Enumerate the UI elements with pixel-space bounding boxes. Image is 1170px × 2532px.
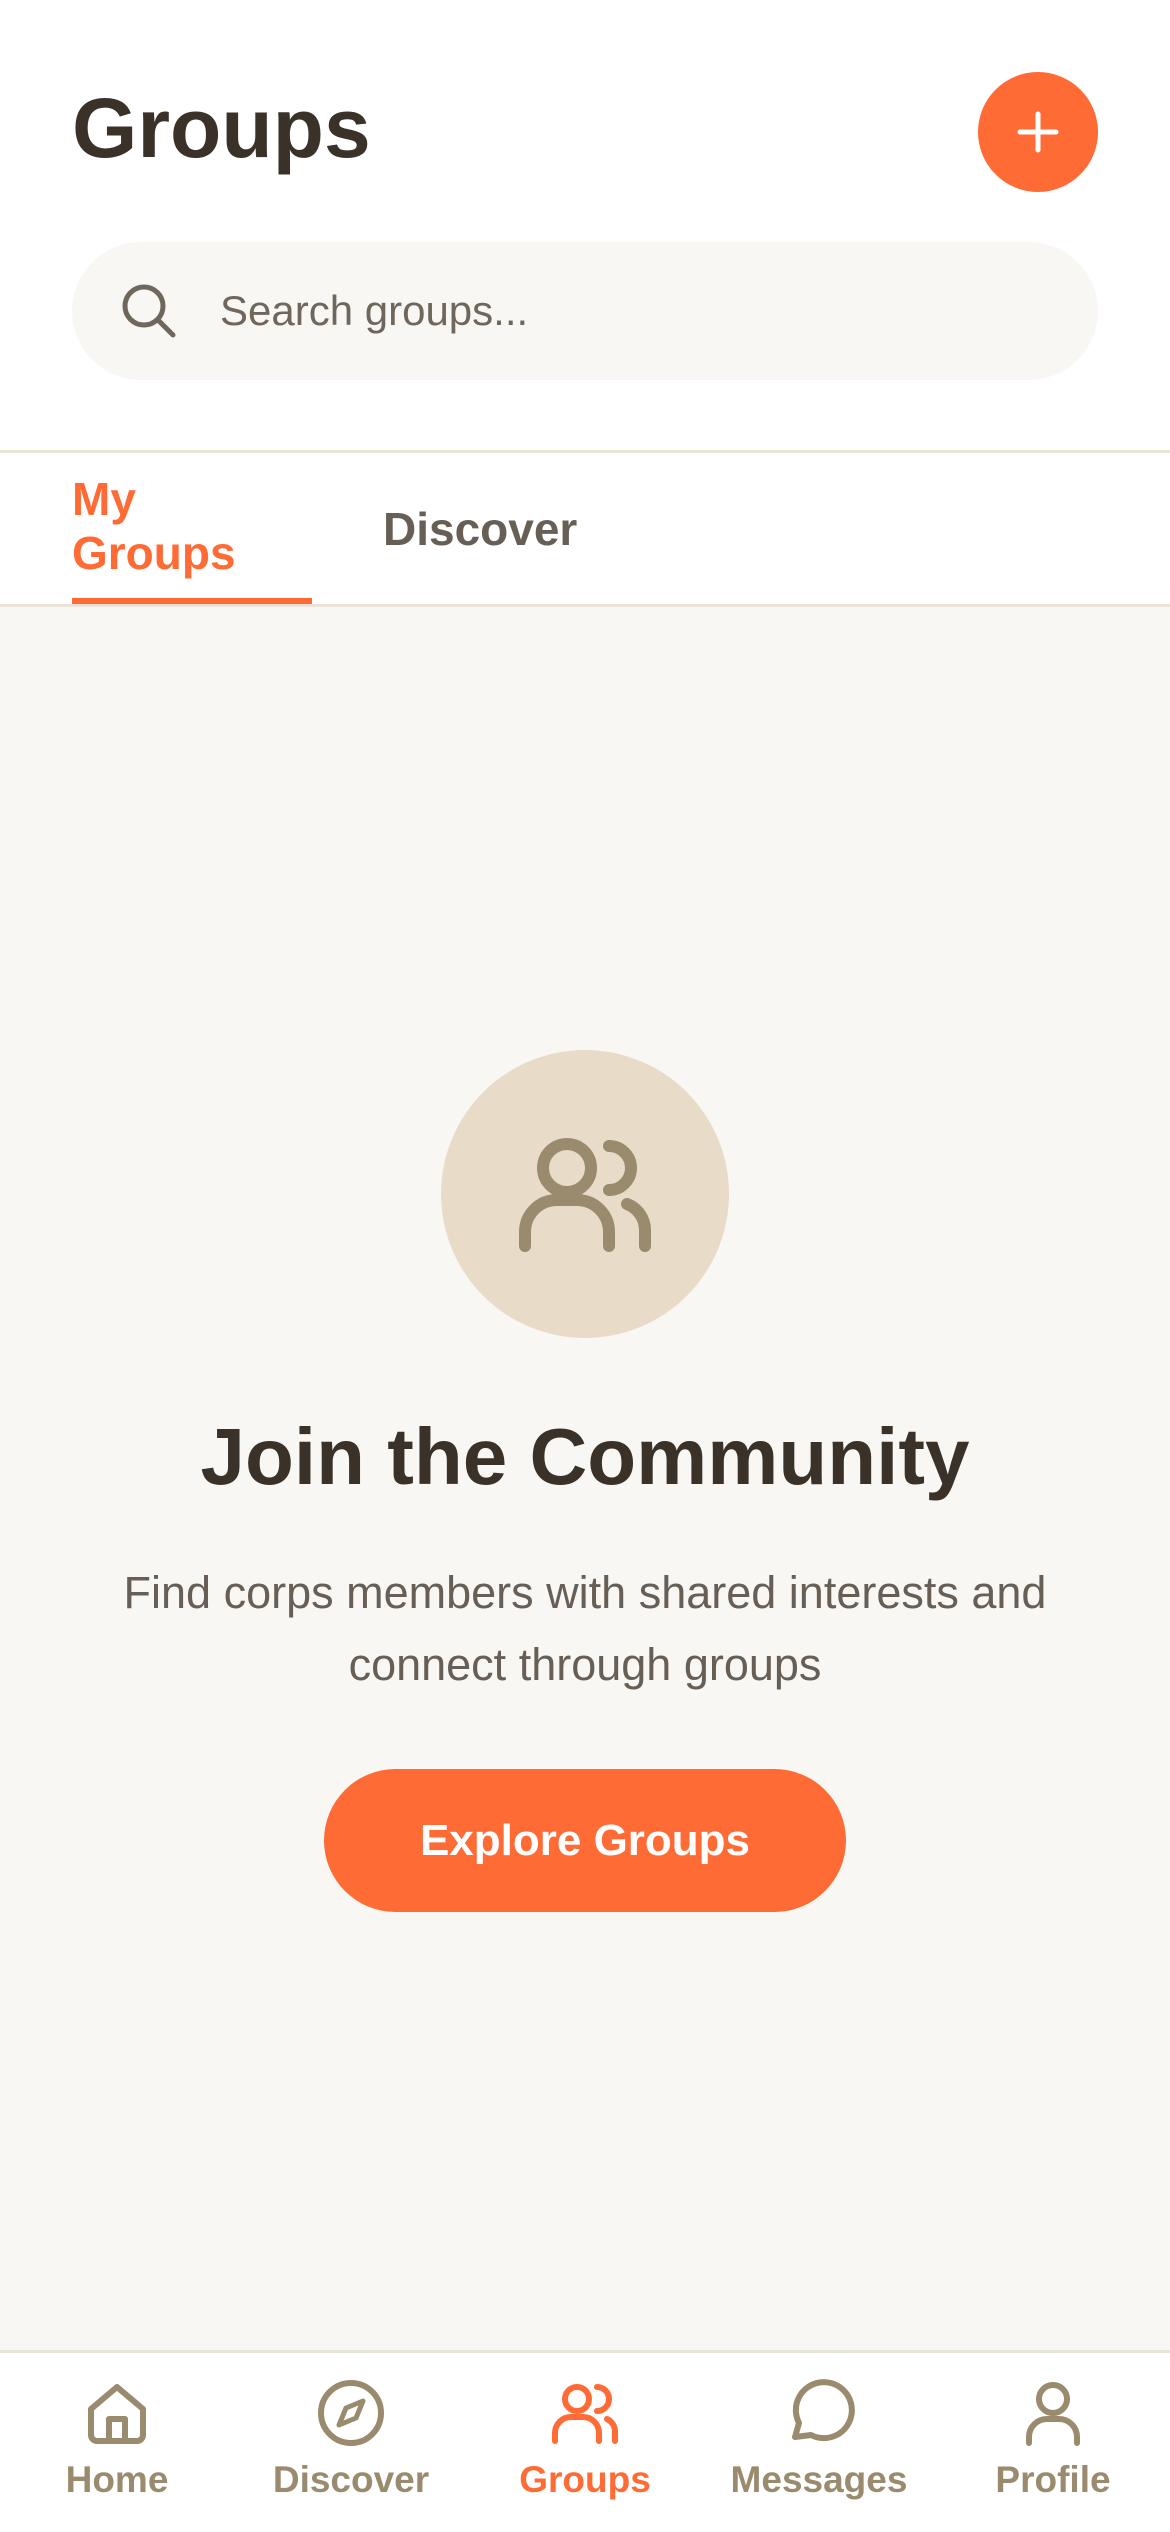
search-bar[interactable] bbox=[72, 242, 1098, 380]
tab-label: Discover bbox=[383, 502, 578, 555]
tab-bar: My Groups Discover bbox=[0, 453, 1170, 607]
search-icon bbox=[122, 284, 176, 338]
nav-label: Discover bbox=[272, 2459, 430, 2500]
empty-state-description: Find corps members with shared interests… bbox=[123, 1567, 1047, 1690]
nav-item-groups[interactable]: Groups bbox=[468, 2353, 702, 2532]
nav-label: Profile bbox=[995, 2459, 1111, 2500]
header: Groups bbox=[0, 0, 1170, 453]
empty-state-title: Join the Community bbox=[200, 1412, 970, 1501]
tab-my-groups[interactable]: My Groups bbox=[72, 453, 312, 604]
home-icon bbox=[88, 2384, 146, 2444]
nav-label: Home bbox=[65, 2459, 169, 2500]
users-icon bbox=[552, 2384, 618, 2444]
bottom-nav: Home Discover Groups Messages Profile bbox=[0, 2350, 1170, 2532]
nav-item-discover[interactable]: Discover bbox=[234, 2353, 468, 2532]
empty-state: Join the Community Find corps members wi… bbox=[0, 607, 1170, 2350]
tab-discover[interactable]: Discover bbox=[383, 453, 577, 604]
user-icon bbox=[1026, 2382, 1080, 2446]
nav-item-messages[interactable]: Messages bbox=[702, 2353, 936, 2532]
tab-label: My Groups bbox=[72, 472, 236, 579]
nav-item-profile[interactable]: Profile bbox=[936, 2353, 1170, 2532]
groups-screen: Groups My Groups Discover bbox=[0, 0, 1170, 2532]
compass-icon bbox=[318, 2380, 384, 2446]
nav-item-home[interactable]: Home bbox=[0, 2353, 234, 2532]
users-icon bbox=[519, 1138, 651, 1252]
plus-icon bbox=[1017, 111, 1059, 153]
chat-bubble-icon bbox=[792, 2379, 855, 2442]
nav-label: Messages bbox=[730, 2459, 908, 2500]
explore-groups-button[interactable]: Explore Groups bbox=[324, 1769, 846, 1912]
page-title: Groups bbox=[72, 81, 371, 175]
search-input[interactable] bbox=[220, 242, 1060, 380]
nav-label: Groups bbox=[519, 2459, 651, 2500]
empty-state-illustration bbox=[441, 1050, 729, 1338]
add-group-button[interactable] bbox=[978, 72, 1098, 192]
